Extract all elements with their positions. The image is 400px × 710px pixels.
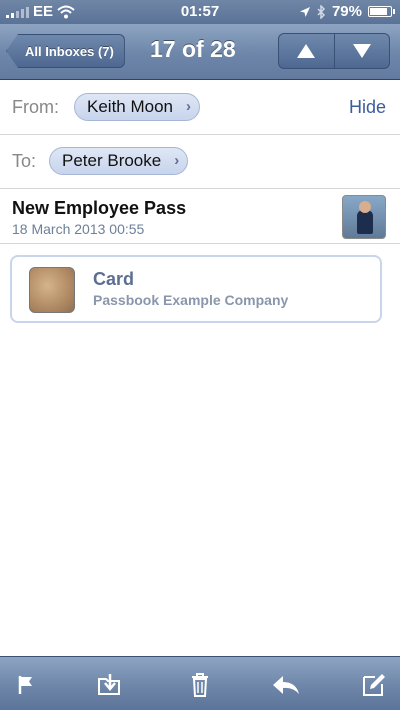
message-subject: New Employee Pass bbox=[12, 198, 187, 218]
from-row: From: Keith Moon › Hide bbox=[0, 81, 400, 135]
message-date: 18 March 2013 00:55 bbox=[12, 221, 145, 237]
location-icon bbox=[299, 6, 310, 17]
sender-pill[interactable]: Keith Moon › bbox=[74, 93, 200, 121]
all-inboxes-back-button[interactable]: All Inboxes (7) bbox=[6, 34, 125, 68]
to-row: To: Peter Brooke › bbox=[0, 135, 400, 189]
reply-icon bbox=[273, 676, 299, 694]
delete-button[interactable] bbox=[182, 667, 218, 703]
compose-icon bbox=[363, 674, 385, 696]
hide-details-link[interactable]: Hide bbox=[349, 97, 386, 118]
message-navigation-control bbox=[278, 33, 390, 69]
sender-avatar[interactable] bbox=[342, 195, 386, 239]
move-button[interactable] bbox=[92, 667, 128, 703]
passbook-attachment[interactable]: Card Passbook Example Company bbox=[10, 255, 382, 323]
from-label: From: bbox=[12, 97, 59, 117]
bottom-toolbar bbox=[0, 656, 400, 710]
attachment-title: Card bbox=[93, 269, 135, 289]
message-position-title: 17 of 28 bbox=[150, 36, 236, 62]
sender-name: Keith Moon bbox=[87, 97, 173, 116]
compose-button[interactable] bbox=[356, 667, 392, 703]
move-folder-icon bbox=[98, 674, 120, 695]
previous-message-button[interactable] bbox=[279, 34, 334, 68]
chevron-right-icon: › bbox=[174, 152, 180, 169]
battery-percent: 79% bbox=[331, 3, 362, 20]
chevron-right-icon: › bbox=[186, 98, 191, 115]
recipient-name: Peter Brooke bbox=[62, 151, 162, 170]
status-bar: EE 01:57 79% bbox=[0, 0, 400, 24]
trash-icon bbox=[192, 673, 208, 697]
to-label: To: bbox=[12, 151, 37, 171]
pass-thumbnail bbox=[29, 267, 75, 313]
up-arrow-icon bbox=[297, 44, 316, 58]
next-message-button[interactable] bbox=[333, 34, 390, 68]
down-arrow-icon bbox=[352, 44, 371, 58]
flag-icon bbox=[18, 676, 32, 694]
nav-bar: All Inboxes (7) 17 of 28 bbox=[0, 24, 400, 80]
reply-button[interactable] bbox=[268, 667, 304, 703]
status-right: 79% bbox=[299, 3, 395, 20]
flag-button[interactable] bbox=[8, 667, 44, 703]
attachment-subtitle: Passbook Example Company bbox=[93, 292, 289, 308]
recipient-pill[interactable]: Peter Brooke › bbox=[49, 147, 189, 175]
bluetooth-icon bbox=[317, 4, 326, 19]
battery-icon bbox=[368, 6, 395, 17]
